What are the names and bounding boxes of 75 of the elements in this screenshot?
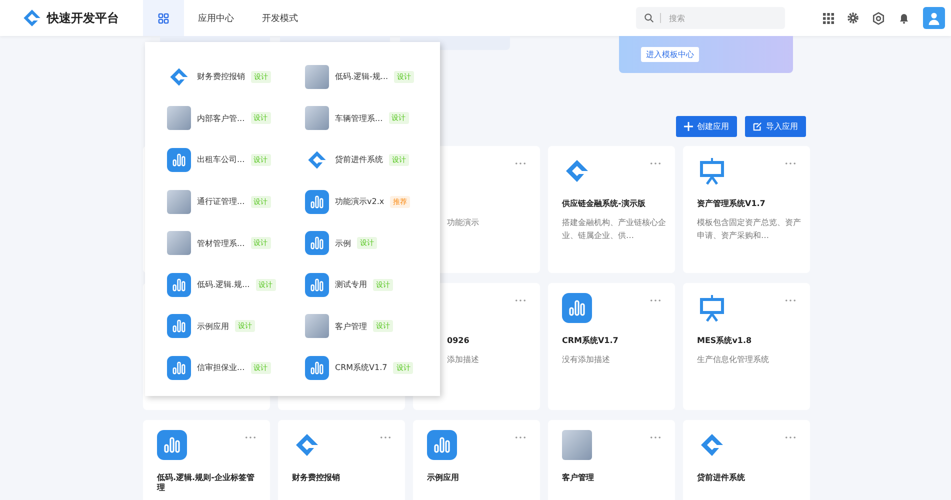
- app-card[interactable]: 财务费控报销: [278, 420, 405, 500]
- card-title: 示例应用: [427, 473, 460, 484]
- card-description: 生产信息化管理系统: [697, 354, 770, 366]
- photo-placeholder: [562, 430, 592, 460]
- presentation-board-icon: [697, 156, 727, 186]
- photo-placeholder: [167, 190, 191, 214]
- grid-icon: [158, 12, 169, 24]
- more-icon[interactable]: [650, 162, 661, 165]
- more-icon[interactable]: [650, 436, 661, 439]
- app-card[interactable]: 贷前进件系统: [683, 420, 810, 500]
- card-description: 添加描述: [447, 354, 480, 366]
- search-input[interactable]: 搜索: [667, 12, 761, 24]
- bar-chart-icon: [167, 148, 191, 172]
- apps-tab[interactable]: [143, 0, 184, 36]
- app-card[interactable]: 低码.逻辑.规则-企业标签管理: [143, 420, 270, 500]
- app-card[interactable]: 客户管理: [548, 420, 675, 500]
- more-icon[interactable]: [650, 299, 661, 302]
- more-icon[interactable]: [380, 436, 391, 439]
- bar-chart-icon: [562, 293, 592, 323]
- card-title: 资产管理系统V1.7: [697, 199, 766, 210]
- more-icon[interactable]: [785, 436, 796, 439]
- template-center-button[interactable]: 进入模板中心: [641, 47, 699, 62]
- logo-text: 快速开发平台: [47, 10, 119, 26]
- card-title: MES系统v1.8: [697, 336, 753, 347]
- more-icon[interactable]: [515, 436, 526, 439]
- card-description: 模板包含固定资产总览、资产申请、资产采购和…: [697, 217, 802, 242]
- card-title: CRM系统V1.7: [562, 336, 620, 347]
- presentation-board-icon: [697, 293, 727, 323]
- edit-icon: [753, 122, 762, 131]
- more-icon[interactable]: [515, 162, 526, 165]
- gear-icon[interactable]: [847, 12, 859, 24]
- card-title: 客户管理: [562, 473, 595, 484]
- app-card[interactable]: CRM系统V1.7 没有添加描述: [548, 283, 675, 410]
- apps-grid-icon[interactable]: [823, 12, 834, 24]
- bar-chart-icon: [305, 190, 329, 214]
- photo-placeholder: [167, 106, 191, 130]
- settings-icon[interactable]: [872, 12, 885, 24]
- photo-placeholder: [305, 314, 329, 338]
- avatar[interactable]: [923, 7, 945, 29]
- more-icon[interactable]: [785, 162, 796, 165]
- nav-tab[interactable]: 应用中心: [184, 0, 248, 36]
- bar-chart-icon: [305, 231, 329, 256]
- create-app-button[interactable]: 创建应用: [676, 116, 737, 137]
- nav-tab[interactable]: 开发模式: [248, 0, 312, 36]
- bar-chart-icon: [157, 430, 187, 460]
- card-title: 贷前进件系统: [697, 473, 746, 484]
- bar-chart-icon: [305, 272, 329, 297]
- logo-icon: [22, 8, 42, 28]
- photo-placeholder: [305, 64, 329, 89]
- bar-chart-icon: [427, 430, 457, 460]
- more-icon[interactable]: [785, 299, 796, 302]
- plus-icon: [684, 122, 693, 131]
- card-description: 功能演示: [447, 217, 480, 229]
- card-title: 低码.逻辑.规则-企业标签管理: [157, 473, 256, 494]
- bar-chart-icon: [305, 356, 329, 380]
- app-card[interactable]: 供应链金融系统-演示版 搭建金融机构、产业链核心企业、链属企业、供…: [548, 146, 675, 273]
- bar-chart-icon: [167, 272, 191, 297]
- search-field[interactable]: 搜索: [636, 7, 785, 29]
- card-description: 搭建金融机构、产业链核心企业、链属企业、供…: [562, 217, 667, 242]
- search-icon: [644, 13, 654, 23]
- bar-chart-icon: [167, 314, 191, 338]
- import-app-button[interactable]: 导入应用: [745, 116, 806, 137]
- card-title: 0926: [447, 336, 470, 347]
- bar-chart-icon: [167, 356, 191, 380]
- card-title: 财务费控报销: [292, 473, 341, 484]
- card-description: 没有添加描述: [562, 354, 611, 366]
- more-icon[interactable]: [245, 436, 256, 439]
- more-icon[interactable]: [515, 299, 526, 302]
- photo-placeholder: [167, 231, 191, 256]
- bell-icon[interactable]: [898, 12, 910, 24]
- app-card[interactable]: MES系统v1.8 生产信息化管理系统: [683, 283, 810, 410]
- app-card[interactable]: 资产管理系统V1.7 模板包含固定资产总览、资产申请、资产采购和…: [683, 146, 810, 273]
- app-card[interactable]: 示例应用: [413, 420, 540, 500]
- photo-placeholder: [305, 106, 329, 130]
- card-title: 供应链金融系统-演示版: [562, 199, 646, 210]
